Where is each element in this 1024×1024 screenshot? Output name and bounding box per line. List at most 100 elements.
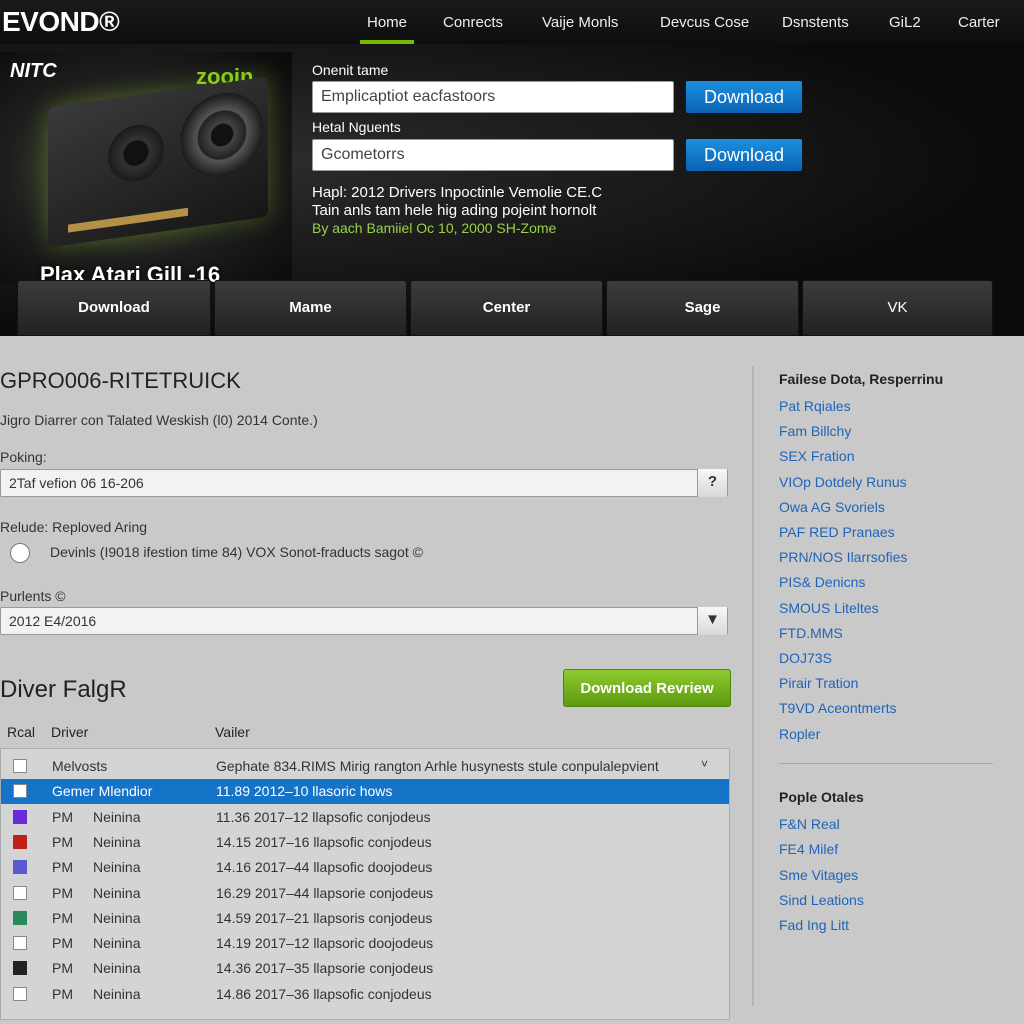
chevron-down-icon[interactable]: ˅ <box>701 757 708 771</box>
table-row[interactable]: PM Neinina 14.36 2017–35 llapsorie conjode… <box>1 956 729 981</box>
row-checkbox[interactable] <box>13 809 27 824</box>
download-review-button[interactable]: Download Revriew <box>563 669 731 707</box>
nav-home[interactable]: Home <box>367 14 407 31</box>
info-line-3: By aach Bamiiel Oc 10, 2000 SH-Zome <box>312 220 557 236</box>
sidebar-link[interactable]: F&N Real <box>779 816 840 832</box>
sidebar-link[interactable]: T9VD Aceontmerts <box>779 700 897 716</box>
row-cell-vailer: 16.29 2017–44 llapsorie conjodeus <box>216 884 434 901</box>
download-button-2[interactable]: Download <box>686 139 802 171</box>
table-row[interactable]: PM Neinina 14.59 2017–21 llapsoris conjode… <box>1 906 729 931</box>
poking-field[interactable]: 2Taf vefion 06 16-206 ? <box>0 469 728 497</box>
row-cell-driver: Neinina <box>93 935 141 952</box>
field2-label: Hetal Nguents <box>312 119 401 135</box>
sidebar-link[interactable]: PRN/NOS Ilarrsofies <box>779 549 907 565</box>
sidebar-link[interactable]: SMOUS Liteltes <box>779 600 879 616</box>
table-row[interactable]: PM Neinina 16.29 2017–44 llapsorie conjode… <box>1 881 729 906</box>
sidebar-link[interactable]: Pirair Tration <box>779 675 858 691</box>
sidebar-separator <box>779 763 993 764</box>
row-cell-rcal: PM <box>52 808 73 825</box>
row-checkbox[interactable] <box>13 860 27 875</box>
driver-table: Melvosts Gephate 834.RIMS Mirig rangton A… <box>0 748 730 1020</box>
row-cell-driver: Neinina <box>93 833 141 850</box>
pcie-connector <box>68 207 188 233</box>
sidebar-link[interactable]: FTD.MMS <box>779 625 843 641</box>
fan-icon <box>180 87 264 183</box>
table-row[interactable]: PM Neinina 14.86 2017–36 llapsofic conjode… <box>1 982 729 1007</box>
table-row[interactable]: PM Neinina 14.16 2017–44 llapsofic doojode… <box>1 855 729 880</box>
field1-input[interactable]: Emplicaptiot eacfastoors <box>312 81 674 113</box>
field2-input[interactable]: Gcometorrs <box>312 139 674 171</box>
poking-value: 2Taf vefion 06 16-206 <box>9 475 144 491</box>
row-checkbox[interactable] <box>13 961 27 976</box>
row-cell-driver: Neinina <box>93 808 141 825</box>
sidebar-link[interactable]: VIOp Dotdely Runus <box>779 474 907 490</box>
row-cell-driver: Gemer Mlendior <box>52 783 153 800</box>
row-checkbox[interactable] <box>13 784 27 799</box>
sidebar-link[interactable]: Fam Billchy <box>779 423 851 439</box>
row-cell-vailer: 14.19 2017–12 llapsoric doojodeus <box>216 935 434 952</box>
info-line-2: Tain anls tam hele hig ading pojeint hor… <box>312 202 597 219</box>
row-cell-vailer: 14.86 2017–36 llapsofic conjodeus <box>216 985 432 1002</box>
chevron-down-icon[interactable]: ▼ <box>697 607 727 635</box>
row-cell-rcal: PM <box>52 833 73 850</box>
row-checkbox[interactable] <box>13 986 27 1001</box>
nav-devcus-cose[interactable]: Devcus Cose <box>660 14 749 31</box>
sidebar-link[interactable]: Ropler <box>779 726 820 742</box>
column-header-rcal[interactable]: Rcal <box>7 724 35 740</box>
sidebar-link[interactable]: SEX Fration <box>779 448 854 464</box>
nav-gil2[interactable]: GiL2 <box>889 14 921 31</box>
column-header-vailer[interactable]: Vailer <box>215 724 250 740</box>
sidebar-divider <box>752 366 754 1006</box>
sidebar-link[interactable]: Sind Leations <box>779 892 864 908</box>
table-row[interactable]: PM Neinina 11.36 2017–12 llapsofic conjode… <box>1 805 729 830</box>
row-cell-driver: Neinina <box>93 909 141 926</box>
hero-banner: NITC zooin Plax Atari Gill -16 Onenit ta… <box>0 44 1024 336</box>
nav-vaije-monls[interactable]: Vaije Monls <box>542 14 618 31</box>
tab-vk[interactable]: VK <box>802 280 993 336</box>
nav-conrects[interactable]: Conrects <box>443 14 503 31</box>
nav-carter[interactable]: Carter <box>958 14 1000 31</box>
sidebar-link[interactable]: Pat Rqiales <box>779 398 851 414</box>
column-header-driver[interactable]: Driver <box>51 724 88 740</box>
row-cell-driver: Neinina <box>93 859 141 876</box>
sidebar-link[interactable]: Sme Vitages <box>779 867 858 883</box>
table-row[interactable]: PM Neinina 14.15 2017–16 llapsofic conjode… <box>1 830 729 855</box>
sidebar-link[interactable]: PAF RED Pranaes <box>779 524 895 540</box>
tab-mame[interactable]: Mame <box>214 280 407 336</box>
row-cell-vailer: 14.59 2017–21 llapsoris conjodeus <box>216 909 433 926</box>
purlents-select[interactable]: 2012 E4/2016 ▼ <box>0 607 728 635</box>
radio-button[interactable] <box>10 543 30 563</box>
brand-logo: NITC <box>10 60 57 82</box>
row-checkbox[interactable] <box>13 834 27 849</box>
row-cell-vailer: 14.15 2017–16 llapsofic conjodeus <box>216 833 432 850</box>
radio-label: Devinls (I9018 ifestion time 84) VOX Son… <box>50 544 423 560</box>
row-cell-rcal: PM <box>52 909 73 926</box>
site-logo[interactable]: EVOND® <box>2 6 120 38</box>
field1-label: Onenit tame <box>312 62 389 78</box>
tab-sage[interactable]: Sage <box>606 280 799 336</box>
row-checkbox[interactable] <box>13 910 27 925</box>
tab-center[interactable]: Center <box>410 280 603 336</box>
row-cell-rcal: PM <box>52 935 73 952</box>
sidebar-section-title: Failese Dota, Resperrinu <box>779 371 944 387</box>
tab-download[interactable]: Download <box>17 280 211 336</box>
sidebar-link[interactable]: Owa AG Svoriels <box>779 499 885 515</box>
row-cell-rcal: PM <box>52 985 73 1002</box>
row-checkbox[interactable] <box>13 936 27 951</box>
row-checkbox[interactable] <box>13 885 27 900</box>
table-row[interactable]: Melvosts Gephate 834.RIMS Mirig rangton A… <box>1 754 729 779</box>
nav-dsnstents[interactable]: Dsnstents <box>782 14 849 31</box>
fan-icon <box>108 121 164 186</box>
row-cell-vailer: Gephate 834.RIMS Mirig rangton Arhle hus… <box>216 758 659 774</box>
table-row[interactable]: Gemer Mlendior 11.89 2012–10 llasoric how… <box>1 779 729 805</box>
sidebar-link[interactable]: Fad Ing Litt <box>779 917 849 933</box>
sidebar-link[interactable]: FE4 Milef <box>779 841 838 857</box>
row-checkbox[interactable] <box>13 759 27 773</box>
table-row[interactable]: PM Neinina 14.19 2017–12 llapsoric doojode… <box>1 931 729 956</box>
row-cell-vailer: 14.36 2017–35 llapsorie conjodeus <box>216 960 434 977</box>
row-cell-vailer: 11.89 2012–10 llasoric hows <box>216 783 393 800</box>
help-icon[interactable]: ? <box>697 469 727 497</box>
download-button-1[interactable]: Download <box>686 81 802 113</box>
sidebar-link[interactable]: DOJ73S <box>779 650 832 666</box>
sidebar-link[interactable]: PIS& Denicns <box>779 574 865 590</box>
